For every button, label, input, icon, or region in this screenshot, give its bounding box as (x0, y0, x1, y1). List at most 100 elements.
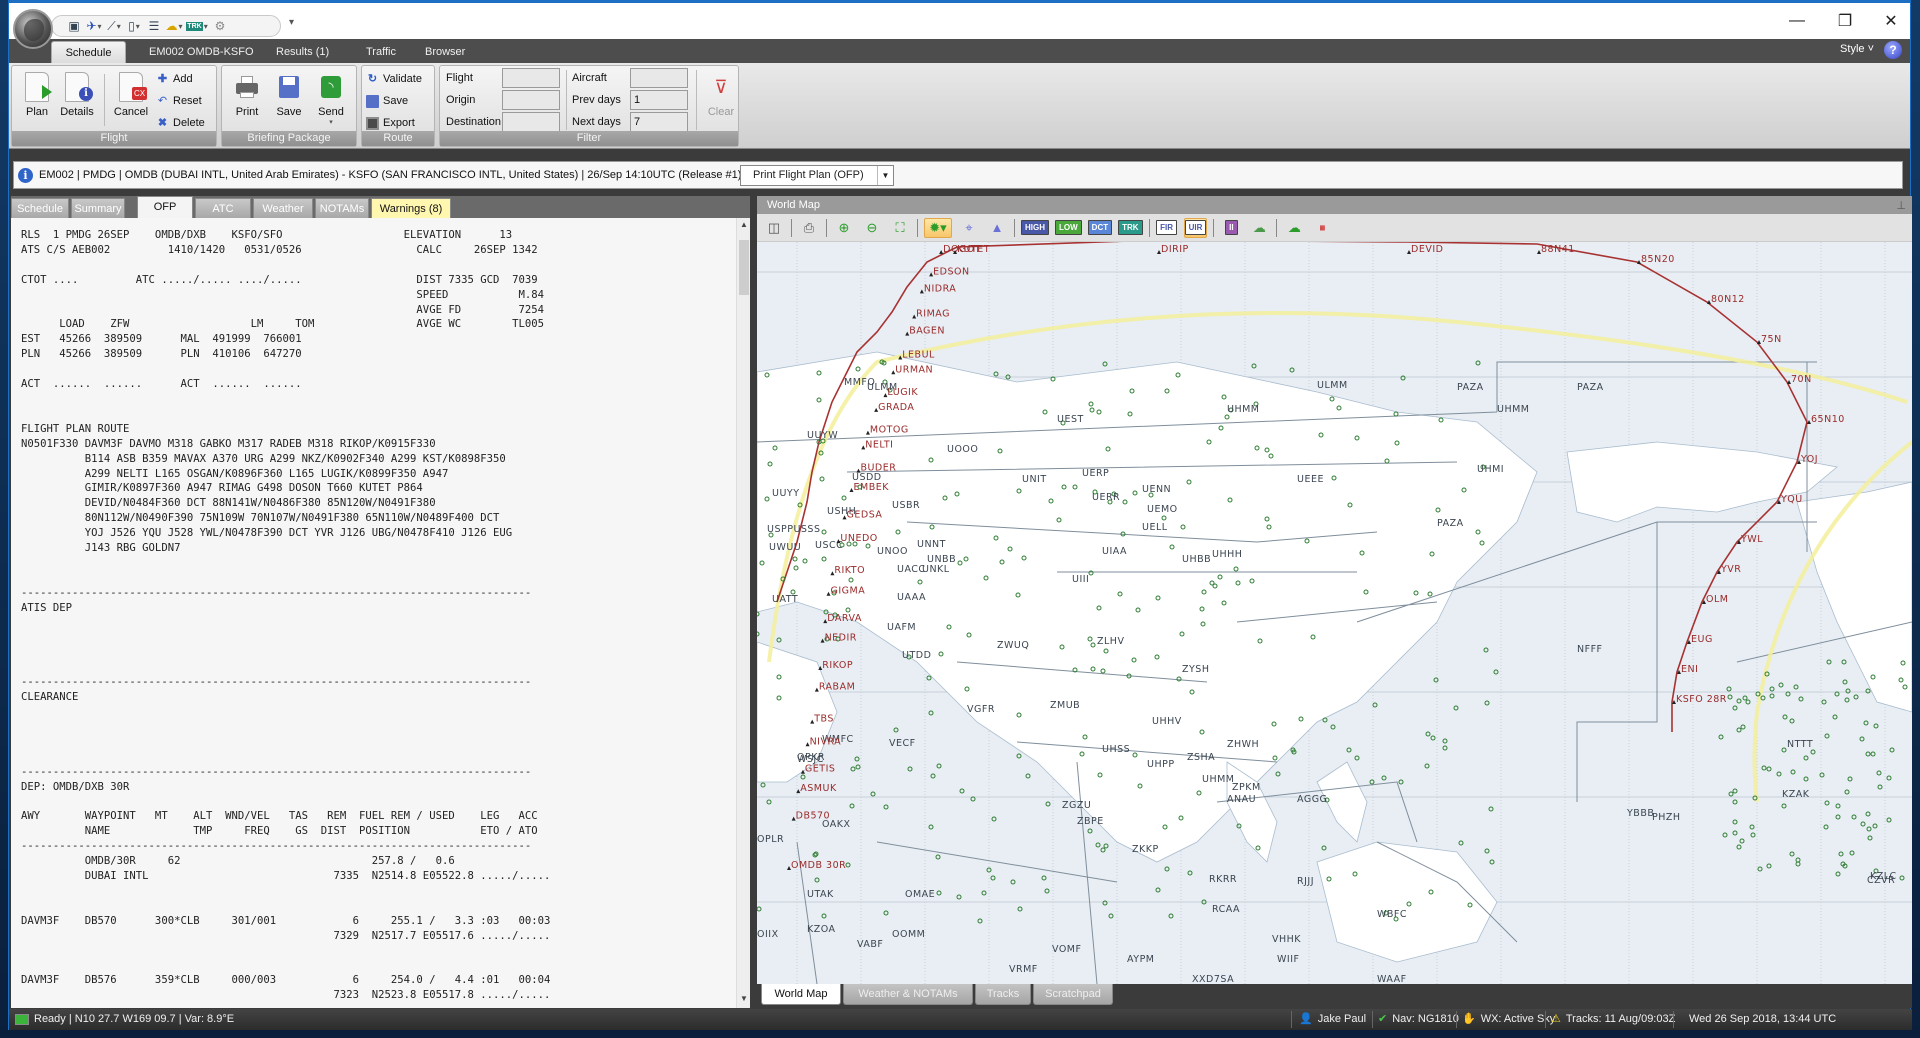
status-user[interactable]: 👤 Jake Paul (1299, 1009, 1366, 1030)
destination-filter-input[interactable] (502, 112, 560, 132)
window-layout-icon[interactable]: ◫ (763, 218, 785, 238)
save-package-button[interactable]: Save (268, 70, 310, 128)
tab-warnings[interactable]: Warnings (8) (371, 198, 451, 218)
low-airways-toggle[interactable]: LOW (1055, 218, 1082, 238)
fir-toggle[interactable]: FIR (1156, 218, 1178, 238)
save-route-button[interactable]: Save (366, 92, 408, 110)
weather-radar-icon[interactable]: ☁ (1248, 218, 1270, 238)
fir-label: UUYW (807, 430, 838, 441)
status-wx[interactable]: ✋ WX: Active Sky (1462, 1009, 1555, 1030)
close-button[interactable]: ✕ (1876, 9, 1906, 33)
tab-world-map[interactable]: World Map (761, 984, 841, 1005)
waypoint-icon[interactable]: ▲ (986, 218, 1008, 238)
aircraft-filter-input[interactable] (630, 68, 688, 88)
plan-button[interactable]: Plan (16, 70, 58, 128)
world-map[interactable]: ULMM ULMM UHMM UHMM PAZA PAZA PAZA UEST UOOO UUYW… (757, 242, 1912, 984)
weather-icon[interactable]: ☁ (166, 19, 182, 33)
fir-label: VOMF (1052, 944, 1081, 955)
tab-ofp[interactable]: OFP (137, 196, 193, 218)
send-dropdown-icon[interactable]: ▾ (310, 118, 352, 126)
uir-toggle[interactable]: UIR (1183, 217, 1208, 238)
tab-tracks[interactable]: Tracks (975, 984, 1031, 1005)
tab-results[interactable]: Results (1) (266, 41, 339, 63)
tab-weather-notams[interactable]: Weather & NOTAMs (843, 984, 973, 1005)
document-icon[interactable]: ▯ (126, 19, 142, 33)
fir-label: ZGZU (1062, 800, 1091, 811)
map-title: World Map (767, 199, 820, 211)
tab-weather[interactable]: Weather (253, 198, 313, 218)
plan-label: Plan (25, 106, 49, 118)
customize-quick-access-icon[interactable]: ▾ (289, 17, 294, 28)
navaid-icon[interactable]: ⌖ (958, 218, 980, 238)
ofp-scrollbar[interactable]: ▲ ▼ (736, 218, 750, 1008)
zoom-out-icon[interactable]: ⊖ (861, 218, 883, 238)
airplane-icon[interactable]: ✈ (86, 19, 102, 33)
prev-days-input[interactable]: 1 (630, 90, 688, 110)
window-icon[interactable]: ▣ (66, 19, 82, 33)
maximize-button[interactable]: ❐ (1830, 9, 1860, 33)
panel-splitter[interactable] (750, 196, 757, 1008)
fir-label: UERR (1092, 492, 1120, 503)
zoom-in-icon[interactable]: ⊕ (833, 218, 855, 238)
send-button[interactable]: ◝ Send ▾ (310, 70, 352, 128)
export-button[interactable]: Export (366, 114, 415, 132)
reset-button[interactable]: ↶ Reset (156, 92, 202, 110)
fir-label: WAAF (1377, 974, 1407, 984)
next-days-label: Next days (572, 116, 621, 128)
status-tracks[interactable]: ⚠ Tracks: 11 Aug/09:03Z (1551, 1009, 1675, 1030)
track-icon[interactable]: TRK (186, 19, 208, 33)
app-menu-orb[interactable] (13, 9, 53, 49)
fir-label: RCAA (1212, 904, 1240, 915)
route-waypoint-label: EDSON (933, 266, 969, 277)
fir-label: UELL (1142, 522, 1168, 533)
validate-button[interactable]: ↻ Validate (366, 70, 422, 88)
tab-em002-omdb-ksfo[interactable]: EM002 OMDB-KSFO (139, 41, 264, 63)
status-bar: Ready | N10 27.7 W169 09.7 | Var: 8.9°E … (9, 1009, 1912, 1030)
cancel-button[interactable]: CX Cancel (110, 70, 152, 128)
help-icon[interactable]: ? (1884, 41, 1902, 59)
minimize-button[interactable]: — (1782, 9, 1812, 33)
flight-filter-input[interactable] (502, 68, 560, 88)
route-waypoint-label: NEDIR (825, 633, 857, 644)
trk-toggle[interactable]: TRK (1118, 218, 1143, 238)
origin-filter-input[interactable] (502, 90, 560, 110)
metar-display-icon[interactable]: ▦ (1311, 218, 1333, 238)
tab-traffic[interactable]: Traffic (356, 41, 406, 63)
delete-button[interactable]: ✖ Delete (156, 114, 205, 132)
scrollbar-thumb[interactable] (739, 240, 749, 295)
route-waypoint-label: RABAM (819, 682, 855, 693)
ofp-document[interactable]: RLS 1 PMDG 26SEP OMDB/DXB KSFO/SFO ELEVA… (11, 218, 736, 1008)
tab-atc[interactable]: ATC (195, 198, 251, 218)
style-menu[interactable]: Style ˅ (1840, 43, 1874, 55)
fir-label: ZSHA (1187, 752, 1215, 763)
route-icon[interactable]: ⟋ (106, 19, 122, 33)
scroll-down-icon[interactable]: ▼ (739, 994, 749, 1006)
details-button[interactable]: i Details (56, 70, 98, 128)
next-days-input[interactable]: 7 (630, 112, 688, 132)
status-nav[interactable]: ✔ Nav: NG1810 (1378, 1009, 1459, 1030)
tab-schedule-view[interactable]: Schedule (11, 198, 69, 218)
cloud-outline-icon[interactable]: ☁ (1283, 218, 1305, 238)
gear-icon[interactable]: ⚙ (212, 19, 228, 33)
print-flight-plan-select[interactable]: Print Flight Plan (OFP) ▼ (740, 165, 894, 186)
tab-summary[interactable]: Summary (71, 198, 125, 218)
fir-label: UOOO (947, 444, 978, 455)
clear-filter-button[interactable]: ⊽ Clear (700, 70, 742, 128)
airports-toggle-icon[interactable]: ✹▾ (924, 217, 952, 238)
add-button[interactable]: ✚ Add (156, 70, 193, 88)
scroll-up-icon[interactable]: ▲ (739, 220, 749, 232)
high-airways-toggle[interactable]: HIGH (1021, 218, 1049, 238)
ready-text: Ready | N10 27.7 W169 09.7 | Var: 8.9°E (34, 1013, 235, 1025)
list-icon[interactable]: ☰ (146, 19, 162, 33)
tab-scratchpad[interactable]: Scratchpad (1033, 984, 1113, 1005)
fir-label: UHHV (1152, 716, 1182, 727)
tab-schedule[interactable]: Schedule (51, 41, 126, 63)
print-map-icon[interactable]: ⎙ (798, 218, 820, 238)
dct-toggle[interactable]: DCT (1087, 218, 1113, 238)
tab-browser[interactable]: Browser (415, 41, 475, 63)
ii-toggle[interactable]: II (1220, 218, 1242, 238)
fit-route-icon[interactable]: ⛶ (889, 218, 911, 238)
pin-icon[interactable]: ⊥ (1896, 197, 1906, 215)
tab-notams[interactable]: NOTAMs (315, 198, 369, 218)
print-button[interactable]: Print (226, 70, 268, 128)
